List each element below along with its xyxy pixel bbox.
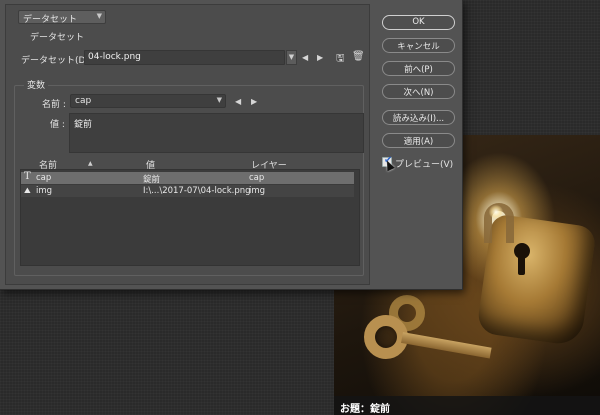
value-textarea[interactable]: 錠前 xyxy=(69,113,364,153)
row-layer: cap xyxy=(249,173,265,183)
ok-button[interactable]: OK xyxy=(382,15,455,30)
prev-button[interactable]: 前へ(P) xyxy=(382,61,455,76)
triangle-left-icon[interactable]: ◀ xyxy=(302,53,308,62)
row-value: 錠前 xyxy=(143,175,161,185)
chevron-down-icon: ▼ xyxy=(216,96,222,104)
name-label: 名前 : xyxy=(42,100,66,110)
mode-dropdown[interactable]: データセット ▼ xyxy=(18,10,106,25)
main-panel: データセット ▼ データセット データセット(D) : 04-lock.png … xyxy=(5,4,370,285)
triangle-right-icon[interactable]: ▶ xyxy=(251,97,257,106)
triangle-left-icon[interactable]: ◀ xyxy=(235,97,241,106)
variables-table: T cap 錠前 cap ⛰ img I:\...\2017-07\04-loc… xyxy=(20,169,360,266)
image-layer-icon: ⛰ xyxy=(24,186,31,195)
row-name: cap xyxy=(36,173,52,183)
cancel-button[interactable]: キャンセル xyxy=(382,38,455,53)
row-name: img xyxy=(36,186,53,196)
text-layer-icon: T xyxy=(24,171,31,182)
preview-label[interactable]: プレビュー(V) xyxy=(395,157,453,170)
sort-ascending-icon: ▲ xyxy=(88,160,93,167)
chevron-down-icon: ▼ xyxy=(288,53,295,61)
variables-section-title: 変数 xyxy=(24,78,49,91)
dataset-field[interactable]: 04-lock.png xyxy=(84,50,285,65)
trash-icon[interactable]: 🗑 xyxy=(352,51,365,62)
key-shaft xyxy=(401,332,492,359)
variables-dialog: データセット ▼ データセット データセット(D) : 04-lock.png … xyxy=(0,0,463,290)
light-glint xyxy=(489,205,503,219)
save-dataset-icon[interactable]: 🖫 xyxy=(336,51,345,68)
name-dropdown[interactable]: cap ▼ xyxy=(70,94,226,108)
mode-dropdown-label: データセット xyxy=(23,15,78,25)
row-layer: img xyxy=(249,186,266,196)
value-label: 値 : xyxy=(50,120,65,130)
table-row[interactable]: T cap 錠前 cap xyxy=(21,171,354,185)
import-button[interactable]: 読み込み(I)... xyxy=(382,110,455,125)
chevron-down-icon: ▼ xyxy=(96,12,102,20)
row-value: I:\...\2017-07\04-lock.png xyxy=(143,186,251,196)
table-row[interactable]: ⛰ img I:\...\2017-07\04-lock.png img xyxy=(21,185,354,197)
dataset-dropdown-button[interactable]: ▼ xyxy=(286,50,297,65)
triangle-right-icon[interactable]: ▶ xyxy=(317,53,323,62)
mouse-cursor-icon xyxy=(383,158,395,172)
dataset-section-title: データセット xyxy=(30,33,85,43)
next-button[interactable]: 次へ(N) xyxy=(382,84,455,99)
name-dropdown-value: cap xyxy=(75,96,92,106)
apply-button[interactable]: 適用(A) xyxy=(382,133,455,148)
image-caption: お題：錠前 xyxy=(334,396,600,415)
keyhole-slot xyxy=(518,253,525,275)
